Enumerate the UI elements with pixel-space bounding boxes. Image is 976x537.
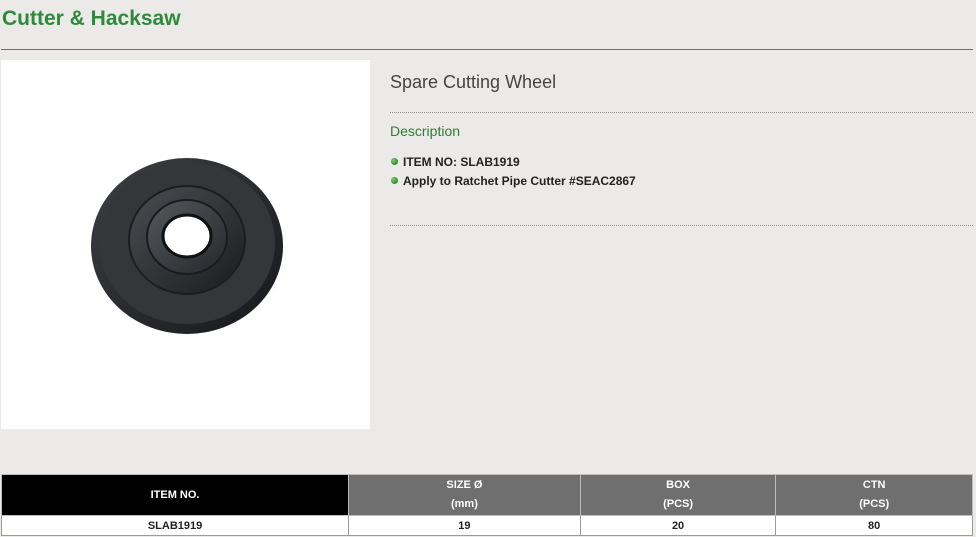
description-heading: Description — [390, 123, 461, 139]
cell-ctn: 80 — [775, 515, 973, 536]
bullet-icon — [391, 158, 398, 165]
table-row: SLAB1919 19 20 80 — [0, 515, 973, 536]
column-header-label: BOX — [666, 479, 690, 491]
cell-item-no: SLAB1919 — [0, 515, 350, 536]
table-header-row: ITEM NO. SIZE Ø (mm) BOX (PCS) CTN (PCS) — [0, 474, 973, 516]
category-title: Cutter & Hacksaw — [2, 7, 181, 30]
cell-box: 20 — [579, 515, 777, 536]
cell-size: 19 — [348, 515, 581, 536]
column-header-label: SIZE Ø — [446, 479, 483, 491]
description-item-text: ITEM NO: SLAB1919 — [403, 154, 520, 169]
column-header-box: BOX (PCS) — [579, 474, 777, 516]
dotted-divider — [390, 225, 973, 226]
column-header-label: CTN — [862, 479, 886, 491]
product-name: Spare Cutting Wheel — [390, 72, 557, 92]
column-header-ctn: CTN (PCS) — [775, 474, 973, 516]
list-item: ITEM NO: SLAB1919 — [391, 152, 636, 171]
column-header-unit: (PCS) — [859, 498, 890, 510]
column-header-unit: (mm) — [450, 498, 478, 510]
dotted-divider — [390, 112, 973, 113]
cutting-wheel-image — [91, 158, 287, 337]
list-item: Apply to Ratchet Pipe Cutter #SEAC2867 — [391, 171, 636, 190]
column-header-unit: (PCS) — [663, 498, 694, 510]
product-image — [1, 60, 370, 429]
description-item-text: Apply to Ratchet Pipe Cutter #SEAC2867 — [403, 173, 636, 188]
column-header-size: SIZE Ø (mm) — [348, 474, 581, 516]
spec-table: ITEM NO. SIZE Ø (mm) BOX (PCS) CTN (PCS)… — [0, 474, 973, 536]
column-header-item-no: ITEM NO. — [0, 474, 350, 516]
bullet-icon — [391, 177, 398, 184]
column-header-label: ITEM NO. — [150, 488, 200, 501]
title-divider — [1, 49, 973, 50]
description-list: ITEM NO: SLAB1919 Apply to Ratchet Pipe … — [391, 152, 636, 190]
product-page: Cutter & Hacksaw Spare Cutting Wheel Des… — [0, 0, 976, 537]
